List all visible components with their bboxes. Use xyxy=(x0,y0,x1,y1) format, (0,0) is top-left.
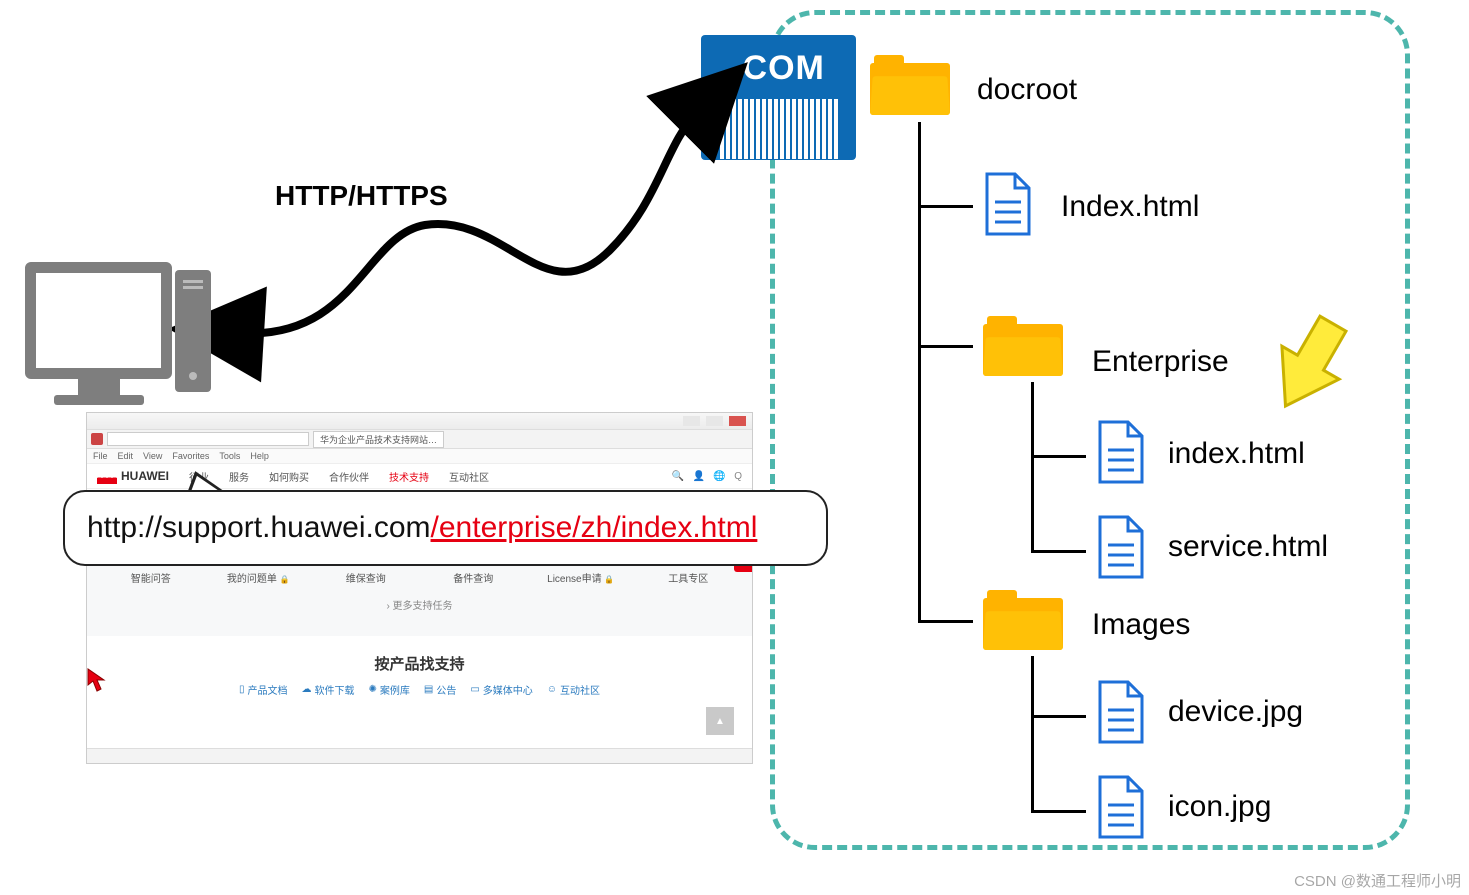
url-callout: http://support.huawei.com/enterprise/zh/… xyxy=(63,490,828,566)
nav-item[interactable]: 服务 xyxy=(229,469,249,484)
huawei-favicon xyxy=(91,433,103,445)
support-link[interactable]: ▭ 多媒体中心 xyxy=(470,682,532,697)
url-plain: http://support.huawei.com xyxy=(87,511,431,545)
watermark: CSDN @数通工程师小明 xyxy=(1294,870,1461,891)
folder-label-enterprise: Enterprise xyxy=(1092,345,1229,379)
support-link[interactable]: ▯产品文档 xyxy=(239,682,288,697)
support-link[interactable]: ▤公告 xyxy=(424,682,456,697)
link-icon: ☁ xyxy=(302,684,312,695)
address-bar-row: 华为企业产品技术支持网站… xyxy=(87,430,752,449)
link-label: 公告 xyxy=(436,682,456,697)
nav-item[interactable]: 合作伙伴 xyxy=(329,469,369,484)
url-highlight: /enterprise/zh/index.html xyxy=(431,511,758,545)
nav-item-active[interactable]: 技术支持 xyxy=(389,469,429,484)
file-icon xyxy=(983,172,1033,236)
scroll-top-icon[interactable]: ▲ xyxy=(706,707,734,735)
link-icon: ✺ xyxy=(369,684,377,695)
browser-window: 华为企业产品技术支持网站… File Edit View Favorites T… xyxy=(87,413,752,763)
browser-tab[interactable]: 华为企业产品技术支持网站… xyxy=(313,431,444,448)
window-controls xyxy=(87,413,752,430)
file-label-device: device.jpg xyxy=(1168,695,1303,729)
link-icon: ☺ xyxy=(547,684,557,695)
address-input[interactable] xyxy=(107,432,309,446)
menu-fav[interactable]: Favorites xyxy=(172,451,209,461)
menu-view[interactable]: View xyxy=(143,451,162,461)
file-icon xyxy=(1096,420,1146,484)
nav-item[interactable]: 如何购买 xyxy=(269,469,309,484)
file-icon xyxy=(1096,680,1146,744)
more-tasks-link[interactable]: › 更多支持任务 xyxy=(97,597,742,612)
link-icon: ▤ xyxy=(424,684,433,695)
server-boundary xyxy=(770,10,1410,850)
file-label-service: service.html xyxy=(1168,530,1328,564)
dotcom-label: .COM xyxy=(701,51,856,85)
folder-icon xyxy=(870,55,950,115)
header-icons: 🔍 👤 🌐 Q xyxy=(672,471,742,482)
client-computer-icon xyxy=(25,262,172,405)
file-icon xyxy=(1096,515,1146,579)
menu-bar: File Edit View Favorites Tools Help xyxy=(87,449,752,464)
task-label: 备件查询 xyxy=(453,570,493,585)
support-links: ▯产品文档 ☁软件下载 ✺案例库 ▤公告 ▭ 多媒体中心 ☺互动社区 xyxy=(87,682,752,697)
menu-tools[interactable]: Tools xyxy=(219,451,240,461)
file-icon xyxy=(1096,775,1146,839)
status-bar xyxy=(87,748,752,763)
section-title: 按产品找支持 xyxy=(87,650,752,676)
support-link[interactable]: ✺案例库 xyxy=(369,682,410,697)
file-label-ent-index: index.html xyxy=(1168,437,1305,471)
file-label-index: Index.html xyxy=(1061,190,1199,224)
link-label: 案例库 xyxy=(380,682,410,697)
folder-label-docroot: docroot xyxy=(977,73,1077,107)
link-icon: ▭ xyxy=(470,684,479,695)
huawei-logo[interactable]: HUAWEI xyxy=(97,468,169,484)
task-label: 工具专区 xyxy=(668,570,708,585)
link-icon: ▯ xyxy=(239,684,245,695)
folder-icon xyxy=(983,590,1063,650)
cursor-icon xyxy=(85,667,109,693)
link-label: 软件下载 xyxy=(315,682,355,697)
task-label: 智能问答 xyxy=(131,570,171,585)
support-link[interactable]: ☺互动社区 xyxy=(547,682,600,697)
link-label: 互动社区 xyxy=(560,682,600,697)
protocol-label: HTTP/HTTPS xyxy=(275,180,448,212)
link-label: 产品文档 xyxy=(248,682,288,697)
highlight-arrow-icon xyxy=(1268,312,1348,422)
menu-edit[interactable]: Edit xyxy=(118,451,134,461)
task-label: License申请 🔒 xyxy=(547,570,614,585)
task-label: 我的问题单 🔒 xyxy=(227,570,290,585)
folder-icon xyxy=(983,316,1063,376)
file-label-icon: icon.jpg xyxy=(1168,790,1271,824)
task-label: 维保查询 xyxy=(346,570,386,585)
nav-item[interactable]: 互动社区 xyxy=(449,469,489,484)
menu-file[interactable]: File xyxy=(93,451,108,461)
link-label: 多媒体中心 xyxy=(483,682,533,697)
http-arrow xyxy=(215,105,735,365)
folder-label-images: Images xyxy=(1092,608,1190,642)
support-link[interactable]: ☁软件下载 xyxy=(302,682,355,697)
menu-help[interactable]: Help xyxy=(250,451,269,461)
close-icon[interactable] xyxy=(729,416,746,426)
